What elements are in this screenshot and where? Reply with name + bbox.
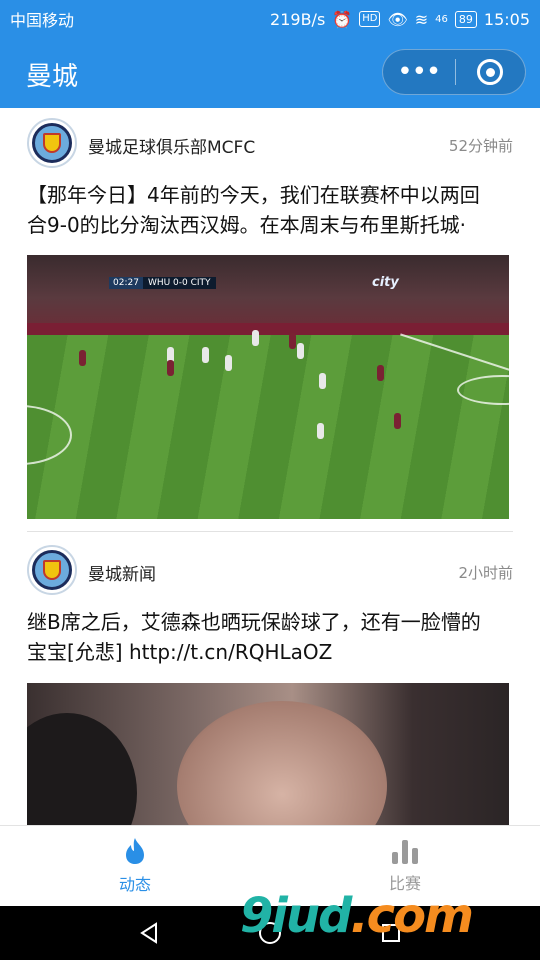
hd-icon: HD <box>359 11 381 27</box>
feed-post[interactable]: 曼城足球俱乐部MCFC 52分钟前 【那年今日】4年前的今天，我们在联赛杯中以两… <box>0 108 540 533</box>
feed-list[interactable]: 曼城足球俱乐部MCFC 52分钟前 【那年今日】4年前的今天，我们在联赛杯中以两… <box>0 108 540 825</box>
carrier-label: 中国移动 <box>10 11 75 30</box>
post-video-thumbnail[interactable]: 02:27 WHU 0-0 CITY city <box>27 255 509 519</box>
post-author[interactable]: 曼城足球俱乐部MCFC <box>88 133 255 158</box>
more-dots-icon[interactable]: ••• <box>383 49 455 95</box>
bar-chart-icon <box>392 838 418 864</box>
watermark-text: 9iud <box>240 888 352 944</box>
video-score: WHU 0-0 CITY <box>142 277 216 289</box>
status-bar: 中国移动 219B/s ⏰ HD 👁 ≋ 46 89 15:05 <box>0 0 540 38</box>
post-text-line[interactable]: 【那年今日】4年前的今天，我们在联赛杯中以两回 <box>27 181 517 210</box>
feed-post[interactable]: 曼城新闻 2小时前 继B席之后，艾德森也晒玩保龄球了，还有一脸懵的 宝宝[允悲]… <box>0 533 540 825</box>
app-header: 曼城 ••• <box>0 38 540 108</box>
mini-program-page: 中国移动 219B/s ⏰ HD 👁 ≋ 46 89 15:05 曼城 ••• <box>0 0 540 960</box>
page-title: 曼城 <box>26 62 79 92</box>
post-divider <box>27 531 513 532</box>
post-author[interactable]: 曼城新闻 <box>88 560 156 585</box>
post-text-line[interactable]: 合9-0的比分淘汰西汉姆。在本周末与布里斯托城· <box>27 211 517 240</box>
video-scorebug: 02:27 WHU 0-0 CITY <box>109 277 216 289</box>
close-target-icon[interactable] <box>456 49 526 95</box>
site-watermark: 9iud.com <box>240 888 474 944</box>
flame-icon <box>126 838 144 864</box>
eye-icon: 👁 <box>387 9 408 29</box>
news-avatar[interactable] <box>27 545 77 595</box>
clock: 15:05 <box>483 9 530 29</box>
watermark-suffix: .com <box>350 888 474 944</box>
post-time: 2小时前 <box>458 564 513 582</box>
net-speed: 219B/s <box>270 9 326 29</box>
video-clock: 02:27 <box>109 277 143 289</box>
club-avatar[interactable] <box>27 118 77 168</box>
tab-dynamic[interactable]: 动态 <box>0 826 270 906</box>
video-ad-board: city <box>372 275 399 290</box>
back-icon[interactable] <box>135 919 163 947</box>
post-time: 52分钟前 <box>448 137 513 155</box>
signal-icon: 46 <box>435 13 448 25</box>
post-text-line[interactable]: 继B席之后，艾德森也晒玩保龄球了，还有一脸懵的 <box>27 608 517 637</box>
menu-capsule: ••• <box>382 49 526 95</box>
status-icons: 219B/s ⏰ HD 👁 ≋ 46 89 15:05 <box>270 10 530 29</box>
post-video-thumbnail[interactable] <box>27 683 509 825</box>
battery-icon: 89 <box>454 10 477 28</box>
tab-label: 动态 <box>118 875 151 894</box>
post-text-line[interactable]: 宝宝[允悲] http://t.cn/RQHLaOZ <box>27 638 517 667</box>
alarm-icon: ⏰ <box>332 9 353 29</box>
wifi-icon: ≋ <box>414 9 429 29</box>
